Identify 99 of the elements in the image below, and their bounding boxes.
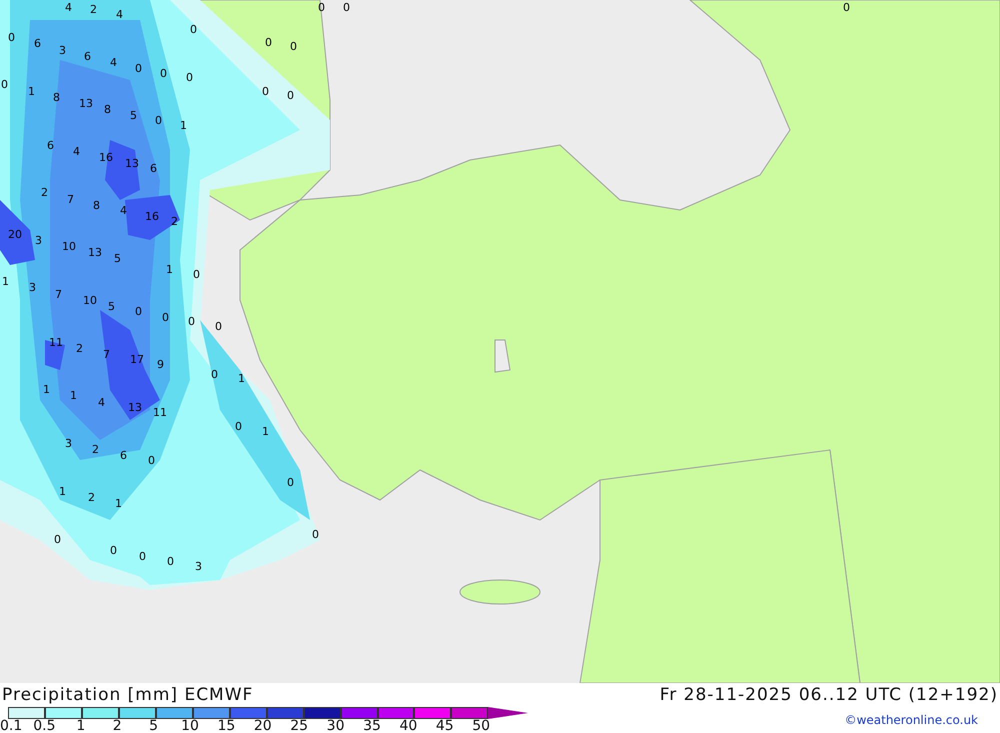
value-label: 7 — [67, 193, 74, 206]
value-label: 1 — [59, 485, 66, 498]
value-label: 6 — [120, 449, 127, 462]
value-label: 0 — [139, 550, 146, 563]
value-label: 5 — [130, 109, 137, 122]
value-label: 6 — [34, 37, 41, 50]
value-label: 11 — [49, 336, 63, 349]
value-label: 1 — [262, 425, 269, 438]
value-label: 0 — [167, 555, 174, 568]
value-label: 0 — [312, 528, 319, 541]
value-label: 3 — [35, 234, 42, 247]
value-label: 3 — [29, 281, 36, 294]
legend-label: 1 — [76, 719, 86, 733]
value-label: 0 — [265, 36, 272, 49]
value-label: 0 — [843, 1, 850, 14]
value-label: 17 — [130, 353, 144, 366]
value-label: 2 — [76, 342, 83, 355]
value-label: 16 — [99, 151, 113, 164]
legend-label: 0.5 — [33, 719, 56, 733]
value-label: 5 — [114, 252, 121, 265]
legend-label: 10 — [181, 719, 199, 733]
value-label: 2 — [90, 3, 97, 16]
value-label: 6 — [47, 139, 54, 152]
value-label: 4 — [116, 8, 123, 21]
value-label: 0 — [54, 533, 61, 546]
value-label: 6 — [150, 162, 157, 175]
value-label: 0 — [148, 454, 155, 467]
value-label: 2 — [92, 443, 99, 456]
value-label: 0 — [188, 315, 195, 328]
legend-label: 45 — [436, 719, 454, 733]
value-label: 1 — [180, 119, 187, 132]
value-label: 0 — [160, 67, 167, 80]
value-label: 0 — [287, 476, 294, 489]
value-label: 8 — [53, 91, 60, 104]
valid-time: Fr 28-11-2025 06..12 UTC (12+192) — [660, 685, 998, 705]
legend-label: 40 — [399, 719, 418, 733]
value-label: 4 — [120, 204, 127, 217]
value-label: 1 — [70, 389, 77, 402]
value-label: 0 — [290, 40, 297, 53]
value-label: 5 — [108, 300, 115, 313]
value-label: 1 — [238, 372, 245, 385]
value-label: 8 — [104, 103, 111, 116]
value-label: 2 — [41, 186, 48, 199]
value-label: 1 — [2, 275, 9, 288]
map-title: Precipitation [mm] ECMWF — [2, 685, 254, 705]
value-label: 4 — [110, 56, 117, 69]
value-label: 0 — [155, 114, 162, 127]
value-label: 0 — [162, 311, 169, 324]
value-label: 13 — [88, 246, 102, 259]
legend-label: 35 — [363, 719, 381, 733]
value-label: 2 — [171, 215, 178, 228]
value-label: 0 — [1, 78, 8, 91]
value-label: 0 — [135, 305, 142, 318]
value-label: 0 — [287, 89, 294, 102]
value-label: 8 — [93, 199, 100, 212]
value-label: 7 — [103, 348, 110, 361]
value-label: 1 — [166, 263, 173, 276]
value-label: 1 — [43, 383, 50, 396]
value-label: 3 — [65, 437, 72, 450]
value-label: 0 — [318, 1, 325, 14]
value-label: 0 — [343, 1, 350, 14]
value-label: 0 — [190, 23, 197, 36]
value-label: 4 — [73, 145, 80, 158]
value-label: 0 — [8, 31, 15, 44]
value-label: 0 — [135, 62, 142, 75]
value-label: 13 — [128, 401, 142, 414]
value-label: 10 — [83, 294, 97, 307]
legend-label: 20 — [254, 719, 272, 733]
value-label: 16 — [145, 210, 159, 223]
value-label: 11 — [153, 406, 167, 419]
value-label: 13 — [125, 157, 139, 170]
value-label: 10 — [62, 240, 76, 253]
value-label: 2 — [88, 491, 95, 504]
value-label: 1 — [28, 85, 35, 98]
value-label: 20 — [8, 228, 22, 241]
legend-label: 0.1 — [0, 719, 22, 733]
value-label: 0 — [193, 268, 200, 281]
value-label: 7 — [55, 288, 62, 301]
legend-label: 25 — [290, 719, 308, 733]
legend-label: 5 — [149, 719, 158, 733]
legend-label: 15 — [217, 719, 236, 733]
value-label: 1 — [115, 497, 122, 510]
value-label: 0 — [186, 71, 193, 84]
legend-label: 2 — [112, 719, 122, 733]
value-label: 4 — [98, 396, 105, 409]
value-label: 3 — [59, 44, 66, 57]
value-label: 4 — [65, 1, 72, 14]
value-label: 6 — [84, 50, 91, 63]
legend-label: 30 — [326, 719, 344, 733]
value-label: 0 — [262, 85, 269, 98]
value-label: 0 — [211, 368, 218, 381]
value-label: 9 — [157, 358, 164, 371]
legend-label: 50 — [472, 719, 490, 733]
value-label: 13 — [79, 97, 93, 110]
value-label: 0 — [110, 544, 117, 557]
value-label: 0 — [235, 420, 242, 433]
value-label: 0 — [215, 320, 222, 333]
value-label: 3 — [195, 560, 202, 573]
credit-text: ©weatheronline.co.uk — [844, 712, 979, 727]
